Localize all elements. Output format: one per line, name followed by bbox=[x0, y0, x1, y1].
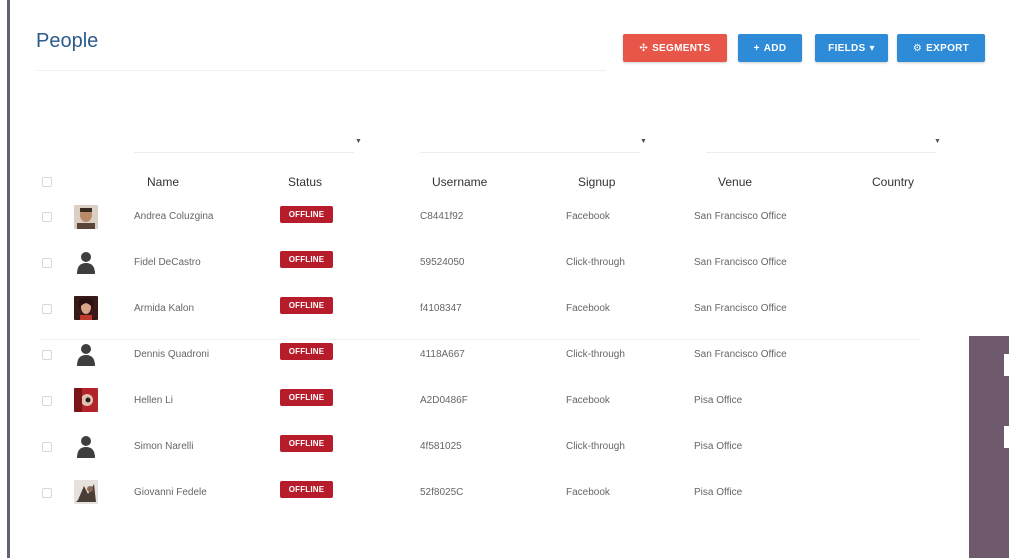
cell-signup: Click-through bbox=[566, 257, 625, 268]
row-checkbox[interactable] bbox=[42, 488, 52, 498]
column-header-name[interactable]: Name bbox=[147, 175, 179, 189]
gear-icon: ⚙ bbox=[912, 42, 923, 54]
status-badge: OFFLINE bbox=[280, 481, 333, 498]
status-badge: OFFLINE bbox=[280, 251, 333, 268]
cell-username: f4108347 bbox=[420, 303, 462, 314]
segments-button[interactable]: ✣ SEGMENTS bbox=[623, 34, 727, 62]
cell-signup: Click-through bbox=[566, 349, 625, 360]
avatar-placeholder-icon bbox=[74, 434, 98, 458]
row-checkbox[interactable] bbox=[42, 304, 52, 314]
chevron-down-icon[interactable]: ▼ bbox=[355, 138, 362, 145]
cell-name: Simon Narelli bbox=[134, 441, 194, 452]
username-filter-field[interactable] bbox=[420, 152, 640, 153]
cell-signup: Facebook bbox=[566, 487, 610, 498]
side-panel-tab bbox=[1004, 426, 1009, 448]
chevron-down-icon[interactable]: ▼ bbox=[640, 138, 647, 145]
chevron-down-icon: ▾ bbox=[869, 42, 875, 54]
export-button-label: EXPORT bbox=[926, 42, 970, 54]
cell-username: C8441f92 bbox=[420, 211, 464, 222]
cell-name: Giovanni Fedele bbox=[134, 487, 207, 498]
row-checkbox[interactable] bbox=[42, 396, 52, 406]
name-filter-field[interactable] bbox=[134, 152, 354, 153]
chevron-down-icon[interactable]: ▼ bbox=[934, 138, 941, 145]
segments-button-label: SEGMENTS bbox=[652, 42, 711, 54]
cell-venue: San Francisco Office bbox=[694, 303, 787, 314]
cell-signup: Facebook bbox=[566, 395, 610, 406]
cell-username: 59524050 bbox=[420, 257, 465, 268]
avatar bbox=[74, 480, 98, 504]
status-badge: OFFLINE bbox=[280, 297, 333, 314]
select-all-checkbox[interactable] bbox=[42, 177, 52, 187]
column-header-venue[interactable]: Venue bbox=[718, 175, 752, 189]
cell-signup: Click-through bbox=[566, 441, 625, 452]
cell-venue: Pisa Office bbox=[694, 395, 743, 406]
row-checkbox[interactable] bbox=[42, 442, 52, 452]
add-button-label: ADD bbox=[763, 42, 787, 54]
row-checkbox[interactable] bbox=[42, 258, 52, 268]
cell-username: 52f8025C bbox=[420, 487, 464, 498]
side-panel bbox=[969, 336, 1009, 558]
title-divider bbox=[36, 70, 606, 71]
add-button[interactable]: + ADD bbox=[738, 34, 802, 62]
row-checkbox[interactable] bbox=[42, 212, 52, 222]
avatar bbox=[74, 296, 98, 320]
row-checkbox[interactable] bbox=[42, 350, 52, 360]
column-header-username[interactable]: Username bbox=[432, 175, 487, 189]
plus-icon: + bbox=[753, 42, 760, 54]
cell-username: 4118A667 bbox=[420, 349, 465, 360]
row-divider bbox=[40, 339, 920, 340]
cell-venue: San Francisco Office bbox=[694, 257, 787, 268]
status-badge: OFFLINE bbox=[280, 206, 333, 223]
cell-name: Hellen Li bbox=[134, 395, 173, 406]
fields-button[interactable]: FIELDS ▾ bbox=[815, 34, 888, 62]
cell-venue: Pisa Office bbox=[694, 487, 743, 498]
crosshair-icon: ✣ bbox=[639, 42, 649, 54]
left-edge-bar bbox=[7, 0, 10, 558]
cell-username: 4f581025 bbox=[420, 441, 462, 452]
cell-name: Dennis Quadroni bbox=[134, 349, 210, 360]
page-title: People bbox=[36, 30, 99, 52]
side-panel-tab bbox=[1004, 354, 1009, 376]
avatar bbox=[74, 388, 98, 412]
cell-name: Armida Kalon bbox=[134, 303, 195, 314]
status-badge: OFFLINE bbox=[280, 435, 333, 452]
cell-username: A2D0486F bbox=[420, 395, 468, 406]
column-header-country[interactable]: Country bbox=[872, 175, 914, 189]
cell-venue: San Francisco Office bbox=[694, 211, 787, 222]
venue-filter-field[interactable] bbox=[706, 152, 936, 153]
fields-button-label: FIELDS bbox=[828, 42, 866, 54]
column-header-status[interactable]: Status bbox=[288, 175, 322, 189]
status-badge: OFFLINE bbox=[280, 343, 333, 360]
avatar-placeholder-icon bbox=[74, 342, 98, 366]
cell-name: Fidel DeCastro bbox=[134, 257, 201, 268]
cell-venue: San Francisco Office bbox=[694, 349, 787, 360]
cell-signup: Facebook bbox=[566, 211, 610, 222]
avatar bbox=[74, 205, 98, 229]
status-badge: OFFLINE bbox=[280, 389, 333, 406]
column-header-signup[interactable]: Signup bbox=[578, 175, 615, 189]
cell-venue: Pisa Office bbox=[694, 441, 743, 452]
cell-name: Andrea Coluzgina bbox=[134, 211, 214, 222]
export-button[interactable]: ⚙ EXPORT bbox=[897, 34, 985, 62]
avatar-placeholder-icon bbox=[74, 250, 98, 274]
cell-signup: Facebook bbox=[566, 303, 610, 314]
